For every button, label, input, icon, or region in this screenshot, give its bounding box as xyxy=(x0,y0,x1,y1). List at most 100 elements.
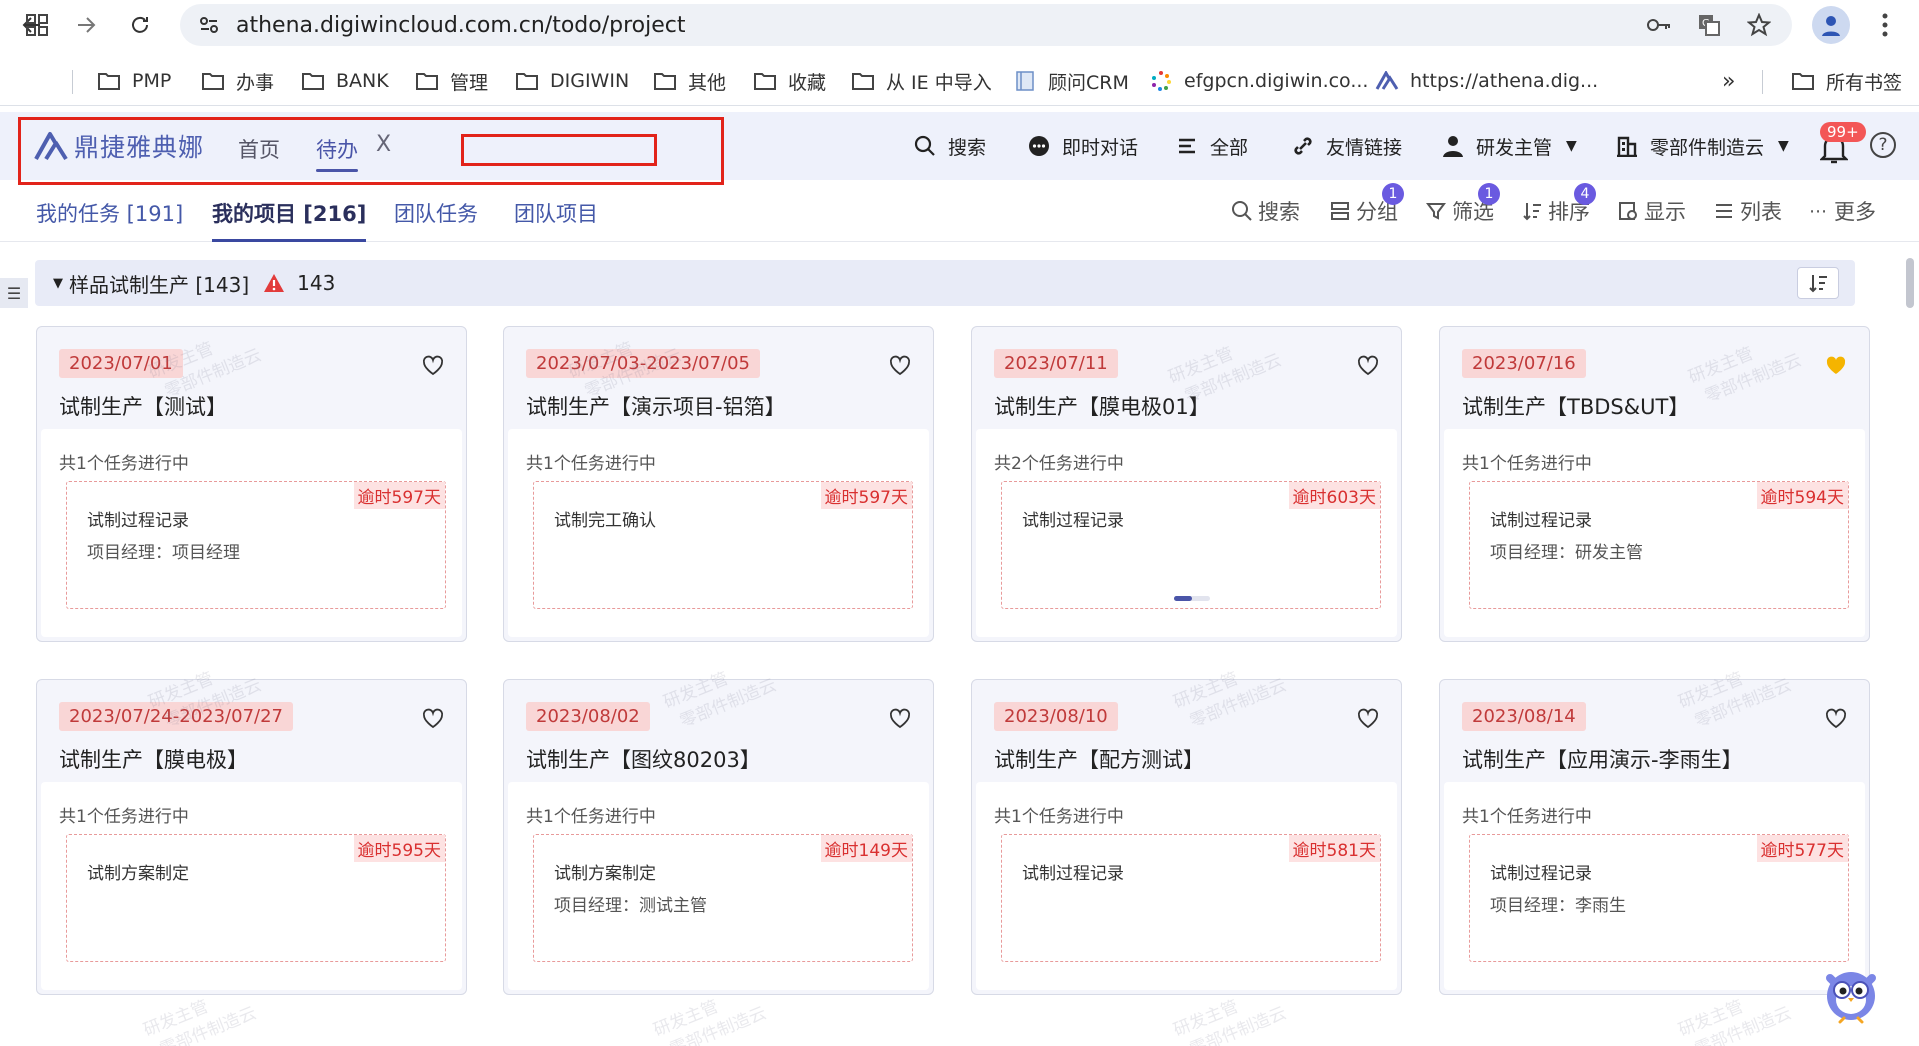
project-title: 试制生产【图纹80203】 xyxy=(526,748,761,772)
carousel-indicator[interactable] xyxy=(1174,596,1210,601)
favorite-heart-icon[interactable] xyxy=(422,708,444,730)
project-card[interactable]: 2023/08/02 试制生产【图纹80203】 共1个任务进行中 逾时149天 试制方… xyxy=(503,679,934,995)
bookmark-label: https://athena.dig... xyxy=(1410,70,1599,92)
assistant-mascot-button[interactable] xyxy=(1818,958,1884,1024)
toolbar-more-label: 更多 xyxy=(1834,200,1876,224)
watermark-line: 零部件制造云 xyxy=(157,1003,260,1046)
project-card[interactable]: 2023/08/10 试制生产【配方测试】 共1个任务进行中 逾时581天 试制过程记录 xyxy=(971,679,1402,995)
tab-my-projects[interactable]: 我的项目 [216] xyxy=(212,198,367,242)
tab-team-projects[interactable]: 团队项目 xyxy=(514,198,598,228)
kebab-menu-icon xyxy=(1882,13,1888,37)
task-item[interactable]: 逾时149天 试制方案制定 项目经理：测试主管 xyxy=(533,834,913,962)
links-button[interactable]: 友情链接 xyxy=(1290,128,1402,164)
bookmark-item[interactable]: 顾问CRM xyxy=(1012,61,1129,101)
toolbar-search-button[interactable]: 搜索 xyxy=(1230,196,1300,226)
favorite-heart-icon[interactable] xyxy=(422,355,444,377)
reload-button[interactable] xyxy=(118,3,162,47)
project-manager: 项目经理：测试主管 xyxy=(554,896,707,916)
task-item[interactable]: 逾时581天 试制过程记录 xyxy=(1001,834,1381,962)
task-item[interactable]: 逾时603天 试制过程记录 xyxy=(1001,481,1381,609)
project-card[interactable]: 2023/07/01 试制生产【测试】 共1个任务进行中 逾时597天 试制过程记录 项目… xyxy=(36,326,467,642)
sidebar-toggle-button[interactable]: ☰ xyxy=(0,278,28,308)
task-name: 试制方案制定 xyxy=(87,864,189,884)
page-icon xyxy=(1012,70,1038,92)
project-title: 试制生产【配方测试】 xyxy=(994,748,1204,772)
toolbar-search-label: 搜索 xyxy=(1258,200,1300,224)
overdue-badge: 逾时603天 xyxy=(1288,482,1380,509)
all-bookmarks-button[interactable]: 所有书签 xyxy=(1790,61,1902,101)
folder-icon xyxy=(514,70,540,92)
help-button[interactable]: ? xyxy=(1870,132,1896,158)
sort-count-badge: 4 xyxy=(1574,183,1596,205)
toolbar-list-button[interactable]: 列表 xyxy=(1712,196,1782,226)
chat-button[interactable]: 即时对话 xyxy=(1026,128,1138,164)
bookmark-item[interactable]: 办事 xyxy=(200,61,274,101)
collapse-caret-icon[interactable]: ▼ xyxy=(53,276,63,291)
project-date: 2023/07/24-2023/07/27 xyxy=(59,702,293,731)
favorite-heart-icon[interactable] xyxy=(889,708,911,730)
scrollbar-thumb[interactable] xyxy=(1906,258,1914,308)
star-icon[interactable] xyxy=(1744,10,1774,40)
toolbar-more-button[interactable]: ⋯ 更多 xyxy=(1806,196,1876,226)
favorite-heart-icon[interactable] xyxy=(1357,708,1379,730)
more-bookmarks-button[interactable]: » xyxy=(1722,61,1735,101)
task-item[interactable]: 逾时595天 试制方案制定 xyxy=(66,834,446,962)
project-card[interactable]: 2023/07/16 试制生产【TBDS&UT】 共1个任务进行中 逾时594天 试制过… xyxy=(1439,326,1870,642)
task-name: 试制方案制定 xyxy=(554,864,656,884)
forward-button[interactable] xyxy=(64,3,108,47)
task-item[interactable]: 逾时577天 试制过程记录 项目经理：李雨生 xyxy=(1469,834,1849,962)
role-label: 研发主管 xyxy=(1476,136,1553,159)
project-card[interactable]: 2023/07/24-2023/07/27 试制生产【膜电极】 共1个任务进行中 逾时… xyxy=(36,679,467,995)
bookmark-item[interactable]: BANK xyxy=(300,61,389,101)
bookmarks-divider xyxy=(1762,70,1763,94)
all-button[interactable]: 全部 xyxy=(1174,128,1248,164)
task-item[interactable]: 逾时597天 试制完工确认 xyxy=(533,481,913,609)
bookmark-item[interactable]: 收藏 xyxy=(752,61,826,101)
toolbar-display-button[interactable]: 显示 xyxy=(1616,196,1686,226)
role-selector[interactable]: 研发主管 ▼ xyxy=(1440,128,1577,164)
bookmark-item[interactable]: DIGIWIN xyxy=(514,61,629,101)
reload-icon xyxy=(132,16,148,33)
group-header[interactable]: ▼ 样品试制生产 [143] 143 xyxy=(35,260,1855,306)
header-search-button[interactable]: 搜索 xyxy=(912,128,986,164)
overdue-badge: 逾时594天 xyxy=(1756,482,1848,509)
folder-icon xyxy=(850,70,876,92)
project-card[interactable]: 2023/08/14 试制生产【应用演示-李雨生】 共1个任务进行中 逾时577天 试制… xyxy=(1439,679,1870,995)
folder-icon xyxy=(300,70,326,92)
bookmark-item[interactable]: efgpcn.digiwin.co... xyxy=(1148,61,1368,101)
favorite-heart-icon[interactable] xyxy=(1825,708,1847,730)
bookmark-item[interactable]: 从 IE 中导入 xyxy=(850,61,992,101)
bookmark-item[interactable]: 其他 xyxy=(652,61,726,101)
project-date: 2023/07/01 xyxy=(59,349,183,378)
tab-my-tasks[interactable]: 我的任务 [191] xyxy=(36,198,183,228)
profile-button[interactable] xyxy=(1812,6,1850,44)
display-icon xyxy=(1616,199,1640,223)
project-card[interactable]: 2023/07/11 试制生产【膜电极01】 共2个任务进行中 逾时603天 试制过程记… xyxy=(971,326,1402,642)
card-body: 共1个任务进行中 逾时595天 试制方案制定 xyxy=(41,782,462,990)
bookmark-item[interactable]: https://athena.dig... xyxy=(1374,61,1598,101)
owl-mascot-icon xyxy=(1826,972,1876,1024)
task-item[interactable]: 逾时594天 试制过程记录 项目经理：研发主管 xyxy=(1469,481,1849,609)
favorite-heart-icon[interactable] xyxy=(1357,355,1379,377)
site-info-icon[interactable] xyxy=(194,10,224,40)
search-icon xyxy=(912,133,938,159)
tenant-selector[interactable]: 零部件制造云 ▼ xyxy=(1614,128,1789,164)
task-item[interactable]: 逾时597天 试制过程记录 项目经理：项目经理 xyxy=(66,481,446,609)
project-card[interactable]: 2023/07/03-2023/07/05 试制生产【演示项目-铝箔】 共1个任务进… xyxy=(503,326,934,642)
browser-menu-button[interactable] xyxy=(1870,8,1900,42)
apps-button[interactable] xyxy=(26,5,48,45)
favorite-heart-icon[interactable] xyxy=(889,355,911,377)
bookmark-item[interactable]: 管理 xyxy=(414,61,488,101)
key-icon[interactable] xyxy=(1644,10,1674,40)
bookmark-item[interactable]: PMP xyxy=(96,61,171,101)
bookmarks-divider xyxy=(72,70,73,94)
tenant-label: 零部件制造云 xyxy=(1650,136,1765,159)
task-progress: 共1个任务进行中 xyxy=(526,807,656,827)
translate-icon[interactable]: G xyxy=(1694,10,1724,40)
sort-icon xyxy=(1520,199,1544,223)
address-bar[interactable]: athena.digiwincloud.com.cn/todo/project … xyxy=(180,4,1792,46)
group-sort-button[interactable] xyxy=(1797,267,1839,299)
tab-team-tasks[interactable]: 团队任务 xyxy=(394,198,478,228)
project-manager: 项目经理：研发主管 xyxy=(1490,543,1643,563)
favorite-heart-icon[interactable] xyxy=(1825,355,1847,377)
